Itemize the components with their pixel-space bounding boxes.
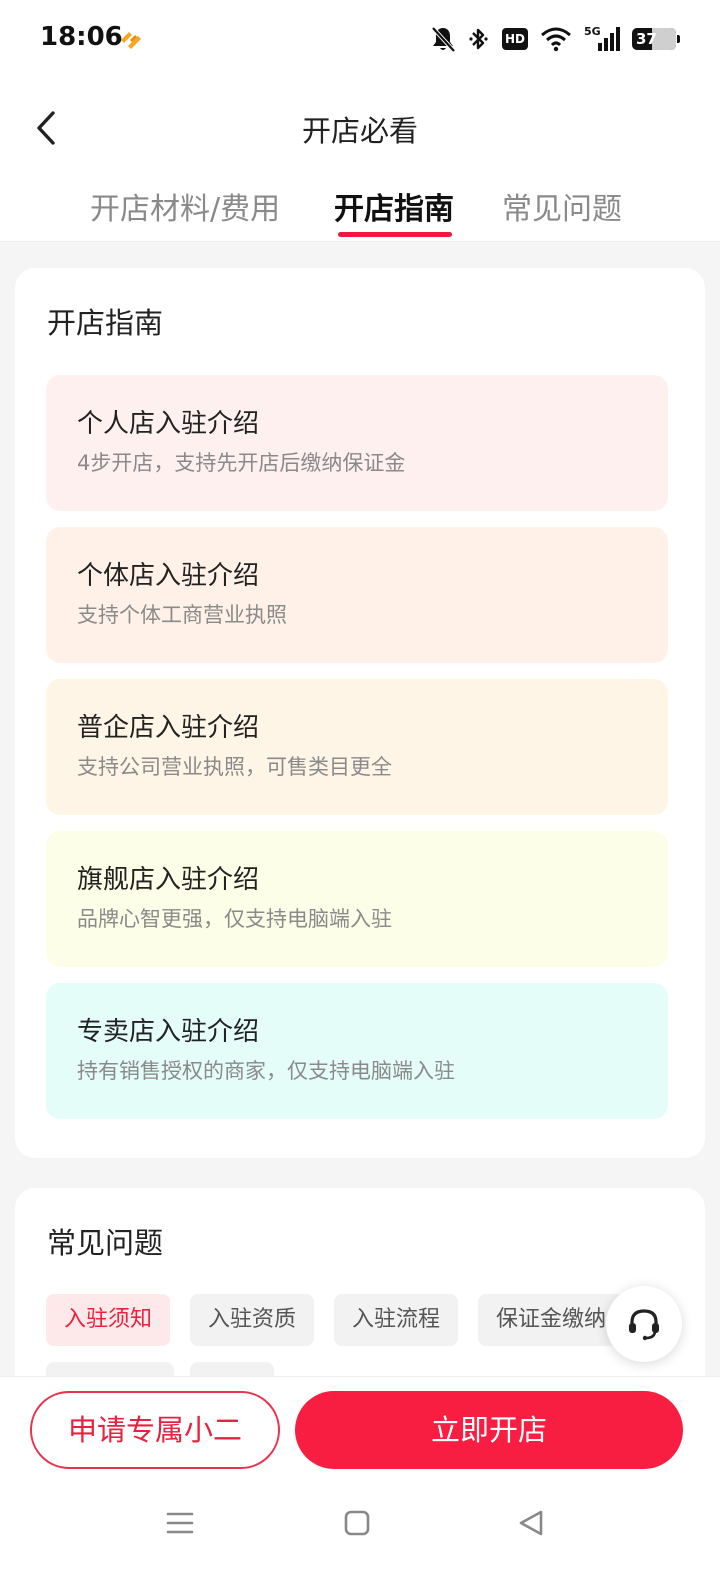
faq-chip-deposit[interactable]: 保证金缴纳 (478, 1294, 625, 1346)
guide-item-desc: 支持个体工商营业执照 (77, 603, 287, 627)
guide-item-specialty-store[interactable]: 专卖店入驻介绍 持有销售授权的商家，仅支持电脑端入驻 (46, 983, 668, 1119)
signal-icon: 5G (584, 25, 620, 51)
status-bar: 18:06 HD 5G 37 (0, 0, 720, 80)
open-store-button[interactable]: 立即开店 (295, 1391, 683, 1469)
guide-item-title: 个体店入驻介绍 (77, 561, 260, 591)
network-label: 5G (584, 25, 601, 38)
faq-chip-qualification[interactable]: 入驻资质 (190, 1294, 315, 1346)
guide-item-flagship-store[interactable]: 旗舰店入驻介绍 品牌心智更强，仅支持电脑端入驻 (46, 831, 668, 967)
page-title: 开店必看 (301, 114, 418, 148)
active-tab-indicator (338, 232, 452, 237)
guide-item-desc: 支持公司营业执照，可售类目更全 (77, 755, 392, 779)
store-guide-card: 开店指南 个人店入驻介绍 4步开店，支持先开店后缴纳保证金 个体店入驻介绍 支持… (15, 268, 705, 1158)
guide-section-title: 开店指南 (47, 306, 164, 340)
home-icon[interactable] (343, 1509, 371, 1541)
battery-level: 37 (636, 30, 657, 48)
guide-item-title: 专卖店入驻介绍 (77, 1017, 260, 1047)
guide-item-title: 个人店入驻介绍 (77, 409, 260, 439)
app-logo-icon (121, 32, 141, 49)
tab-materials-fees[interactable]: 开店材料/费用 (90, 184, 280, 228)
hd-icon: HD (502, 28, 528, 50)
system-nav-bar (0, 1497, 720, 1557)
bottom-action-bar: 申请专属小二 立即开店 (0, 1376, 720, 1584)
faq-section-title: 常见问题 (47, 1226, 164, 1260)
bell-muted-icon (431, 26, 456, 53)
faq-chip-entry-notice[interactable]: 入驻须知 (46, 1294, 171, 1346)
guide-item-desc: 品牌心智更强，仅支持电脑端入驻 (77, 907, 392, 931)
wifi-icon (541, 27, 571, 52)
guide-item-personal-store[interactable]: 个人店入驻介绍 4步开店，支持先开店后缴纳保证金 (46, 375, 668, 511)
headset-icon (629, 1309, 659, 1341)
customer-service-button[interactable] (606, 1286, 682, 1362)
guide-item-desc: 4步开店，支持先开店后缴纳保证金 (77, 451, 406, 475)
tab-bar: 开店材料/费用 开店指南 常见问题 (0, 176, 720, 242)
status-time: 18:06 (40, 22, 123, 52)
guide-item-individual-business-store[interactable]: 个体店入驻介绍 支持个体工商营业执照 (46, 527, 668, 663)
faq-chip-process[interactable]: 入驻流程 (334, 1294, 459, 1346)
back-nav-icon[interactable] (517, 1509, 545, 1541)
tab-faq[interactable]: 常见问题 (502, 184, 622, 228)
tab-store-guide[interactable]: 开店指南 (334, 184, 454, 228)
apply-advisor-button[interactable]: 申请专属小二 (30, 1391, 280, 1469)
bluetooth-icon (469, 28, 488, 50)
menu-icon[interactable] (166, 1509, 194, 1541)
battery-icon: 37 (632, 28, 680, 50)
guide-item-title: 旗舰店入驻介绍 (77, 865, 260, 895)
guide-item-enterprise-store[interactable]: 普企店入驻介绍 支持公司营业执照，可售类目更全 (46, 679, 668, 815)
nav-header: 开店必看 (0, 80, 720, 176)
guide-item-desc: 持有销售授权的商家，仅支持电脑端入驻 (77, 1059, 455, 1083)
guide-item-title: 普企店入驻介绍 (77, 713, 260, 743)
